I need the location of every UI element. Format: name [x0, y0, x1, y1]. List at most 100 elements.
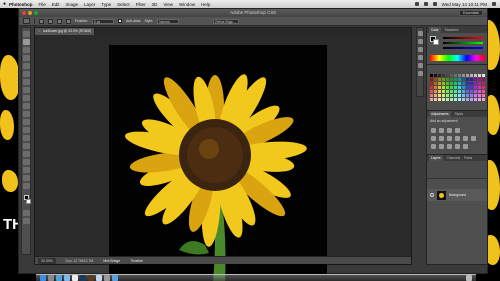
color-swatch[interactable] [474, 78, 477, 81]
menu-edit[interactable]: Edit [52, 2, 60, 7]
trash-icon[interactable] [466, 275, 472, 281]
hue-saturation-icon[interactable] [439, 136, 444, 141]
lasso-tool-icon[interactable] [22, 47, 30, 53]
color-swatch[interactable] [430, 94, 433, 97]
doc-size[interactable]: Doc: 12.7M/12.7M [66, 257, 94, 264]
color-swatch[interactable] [478, 90, 481, 93]
new-selection-icon[interactable] [39, 18, 44, 24]
blue-slider[interactable] [443, 47, 483, 49]
color-swatch[interactable] [446, 82, 449, 85]
color-swatch[interactable] [462, 90, 465, 93]
color-swatch[interactable] [434, 86, 437, 89]
color-swatch[interactable] [458, 74, 461, 77]
eraser-tool-icon[interactable] [22, 111, 30, 117]
zoom-button[interactable] [34, 11, 38, 15]
color-swatch[interactable] [430, 86, 433, 89]
color-swatch[interactable] [442, 90, 445, 93]
color-swatch[interactable] [442, 86, 445, 89]
document-tab[interactable]: × sunflower.jpg @ 33.3% (RGB/8) [35, 28, 95, 35]
finder-icon[interactable] [40, 275, 46, 281]
safari-icon[interactable] [56, 275, 62, 281]
calendar-icon[interactable] [72, 275, 78, 281]
battery-icon[interactable] [432, 2, 437, 6]
color-swatch[interactable] [466, 86, 469, 89]
brush-tool-icon[interactable] [22, 87, 30, 93]
color-swatch[interactable] [434, 98, 437, 101]
color-swatch[interactable] [478, 98, 481, 101]
paragraph-panel-icon[interactable] [417, 63, 423, 68]
color-swatch[interactable] [442, 74, 445, 77]
color-swatch[interactable] [438, 74, 441, 77]
color-swatch[interactable] [450, 74, 453, 77]
color-swatch[interactable] [434, 74, 437, 77]
color-swatch[interactable] [450, 94, 453, 97]
color-swatch[interactable] [470, 90, 473, 93]
add-selection-icon[interactable] [48, 18, 53, 24]
color-balance-icon[interactable] [447, 136, 452, 141]
color-swatch[interactable] [442, 82, 445, 85]
color-swatch[interactable] [478, 86, 481, 89]
wifi-icon[interactable] [414, 2, 419, 6]
feather-input[interactable]: 0 px [92, 18, 115, 24]
color-swatch[interactable] [450, 82, 453, 85]
color-swatch[interactable] [442, 78, 445, 81]
quick-mask-icon[interactable] [22, 210, 30, 216]
color-swatch[interactable] [462, 98, 465, 101]
color-swatch[interactable] [466, 98, 469, 101]
mini-bridge-tab[interactable]: Mini Bridge [103, 257, 120, 264]
style-select[interactable]: Normal [157, 18, 180, 24]
layer-row[interactable]: Background [427, 189, 487, 201]
menu-app[interactable]: Photoshop [9, 2, 33, 7]
vibrance-icon[interactable] [431, 136, 436, 141]
color-swatch[interactable] [478, 82, 481, 85]
screen-mode-icon[interactable] [22, 218, 30, 224]
move-tool-icon[interactable] [22, 31, 30, 37]
photoshop-icon[interactable] [80, 275, 86, 281]
curves-icon[interactable] [447, 128, 452, 133]
marquee-tool-preset-icon[interactable] [23, 18, 30, 24]
color-swatch[interactable] [478, 94, 481, 97]
spotlight-icon[interactable] [492, 2, 496, 6]
character-panel-icon[interactable] [417, 55, 423, 60]
color-swatch[interactable] [434, 78, 437, 81]
posterize-icon[interactable] [439, 144, 444, 149]
itunes-icon[interactable] [96, 275, 102, 281]
menu-help[interactable]: Help [201, 2, 210, 7]
color-swatch[interactable] [462, 78, 465, 81]
background-color-swatch[interactable] [25, 199, 31, 204]
color-swatch[interactable] [454, 78, 457, 81]
color-swatch[interactable] [458, 82, 461, 85]
color-swatch[interactable] [470, 78, 473, 81]
color-swatch[interactable] [474, 94, 477, 97]
color-swatch[interactable] [462, 94, 465, 97]
color-swatch[interactable] [430, 98, 433, 101]
color-swatch[interactable] [450, 86, 453, 89]
color-swatch[interactable] [454, 98, 457, 101]
color-swatch[interactable] [474, 74, 477, 77]
color-swatch[interactable] [474, 82, 477, 85]
sunflower-image[interactable] [109, 45, 327, 281]
photo-filter-icon[interactable] [463, 136, 468, 141]
color-swatch[interactable] [454, 86, 457, 89]
dodge-tool-icon[interactable] [22, 135, 30, 141]
color-swatch[interactable] [438, 78, 441, 81]
levels-icon[interactable] [439, 128, 444, 133]
color-swatch[interactable] [470, 94, 473, 97]
timeline-tab[interactable]: Timeline [130, 257, 143, 264]
crop-tool-icon[interactable] [22, 63, 30, 69]
tab-styles[interactable]: Styles [455, 111, 464, 117]
path-select-tool-icon[interactable] [22, 159, 30, 165]
menu-view[interactable]: View [163, 2, 173, 7]
color-swatch[interactable] [474, 86, 477, 89]
color-swatch[interactable] [450, 78, 453, 81]
color-swatch[interactable] [434, 94, 437, 97]
workspace-switcher[interactable]: Essentials [459, 10, 483, 16]
color-swatch[interactable] [430, 78, 433, 81]
threshold-icon[interactable] [447, 144, 452, 149]
color-swatch[interactable] [442, 98, 445, 101]
color-swatch[interactable] [466, 94, 469, 97]
eyedropper-tool-icon[interactable] [22, 71, 30, 77]
color-swatch[interactable] [430, 82, 433, 85]
menu-select[interactable]: Select [117, 2, 130, 7]
color-swatch[interactable] [482, 78, 485, 81]
